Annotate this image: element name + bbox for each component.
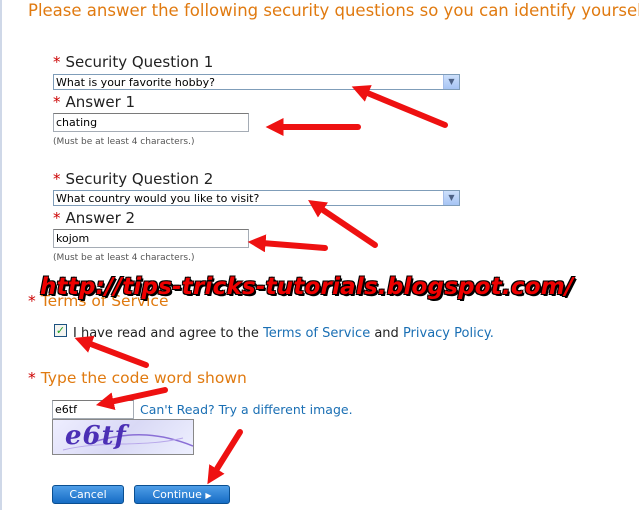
- arrow-icon: [247, 234, 328, 253]
- arrow-icon: [351, 85, 448, 128]
- arrow-icon: [74, 335, 149, 368]
- annotation-arrows: [74, 85, 448, 485]
- arrow-icon: [207, 429, 243, 485]
- arrow-icon: [308, 199, 378, 248]
- arrow-icon: [95, 387, 168, 411]
